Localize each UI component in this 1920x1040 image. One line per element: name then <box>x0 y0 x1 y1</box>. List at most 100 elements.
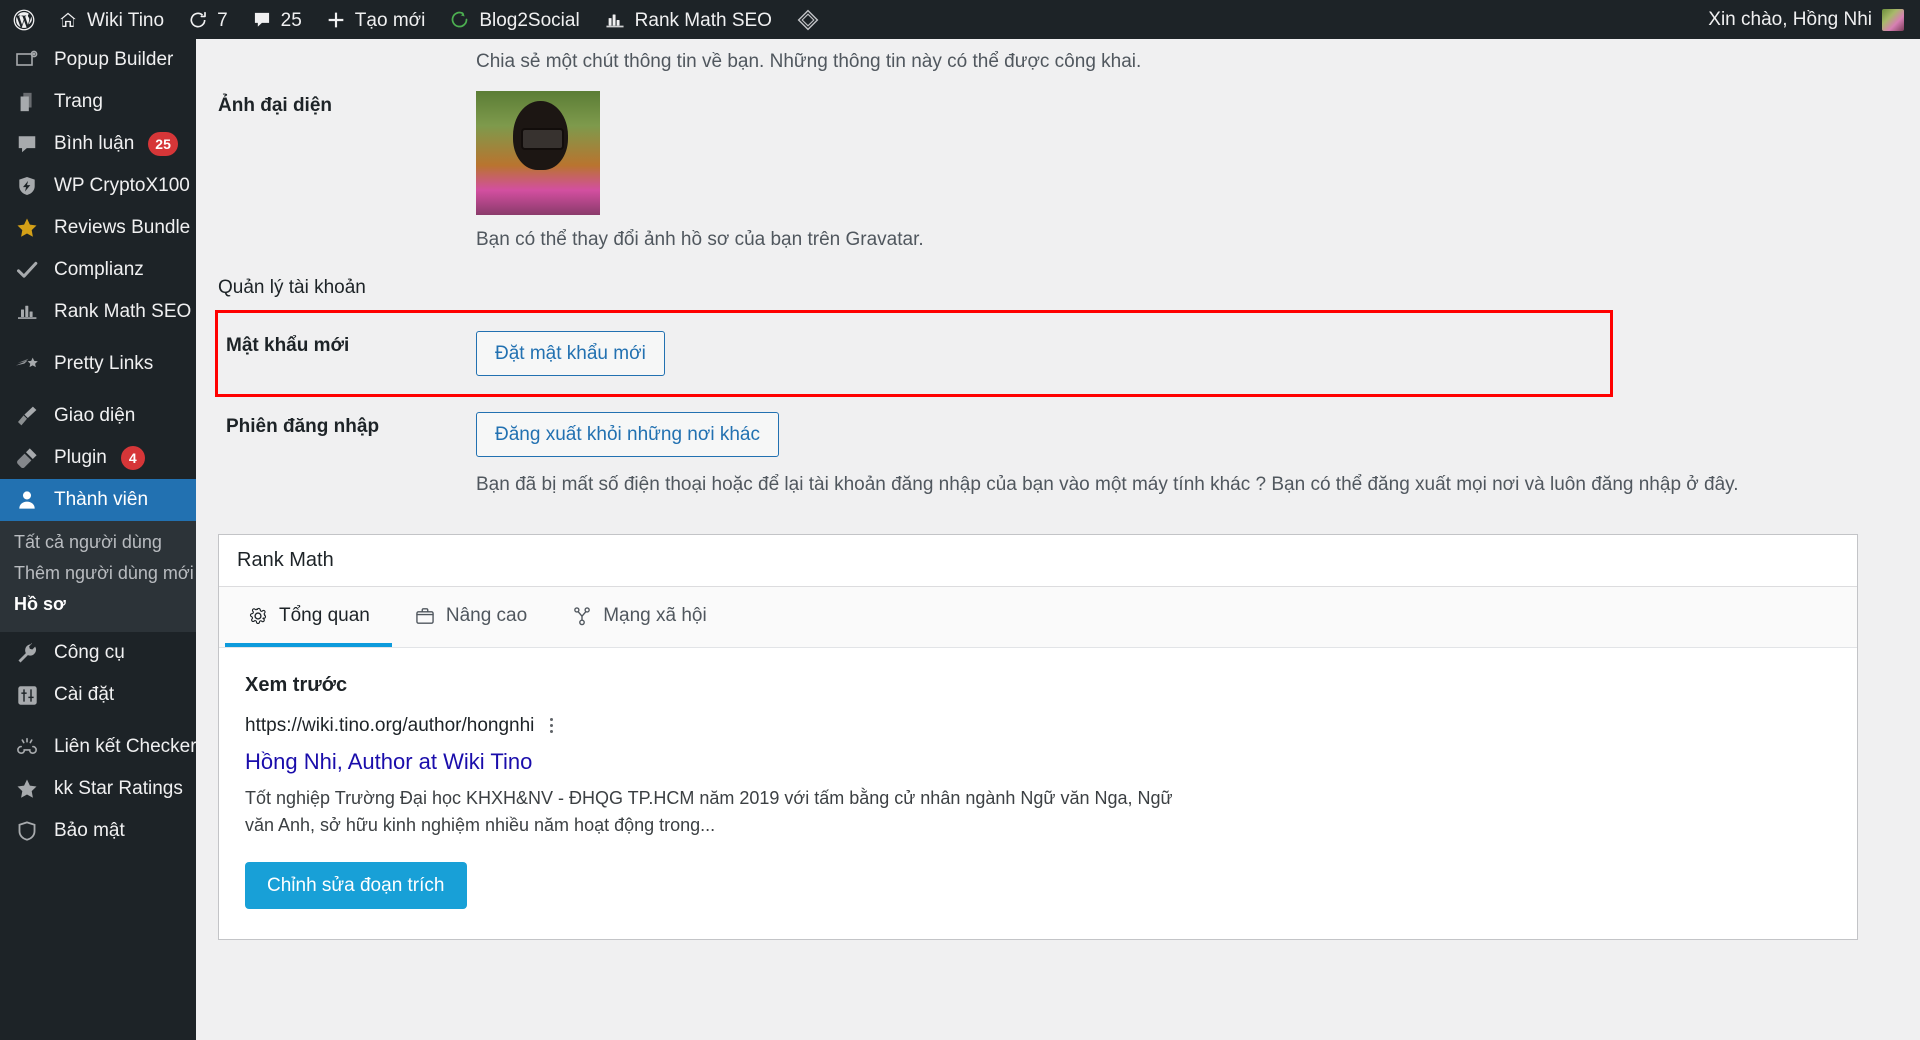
sidebar-item-label: Complianz <box>54 259 144 280</box>
sidebar-item-wp-cryptox100[interactable]: WP CryptoX100 <box>0 165 196 207</box>
admin-bar-account[interactable]: Xin chào, Hồng Nhi <box>1708 8 1920 31</box>
jetpack-diamond-icon <box>796 8 820 32</box>
sidebar-item-comments[interactable]: Bình luận 25 <box>0 123 196 165</box>
sidebar-item-label: Cài đặt <box>54 684 115 705</box>
tools-wrench-icon <box>14 642 40 665</box>
sidebar-item-label: Pretty Links <box>54 353 154 374</box>
sessions-help-text: Bạn đã bị mất số điện thoại hoặc để lại … <box>476 474 1739 495</box>
sidebar-item-tools[interactable]: Công cụ <box>0 632 196 674</box>
status-badge: 25 <box>148 132 178 156</box>
sidebar-separator <box>0 333 196 343</box>
profile-top-description: Chia sẻ một chút thông tin về bạn. Những… <box>476 51 1142 72</box>
sidebar-item-label: Trang <box>54 91 103 112</box>
tab-mang-xa-hoi[interactable]: Mạng xã hội <box>549 587 729 647</box>
sidebar-item-label: Bảo mật <box>54 820 125 841</box>
sidebar-item-reviews-bundle[interactable]: Reviews Bundle <box>0 207 196 249</box>
tab-label: Tổng quan <box>279 604 370 626</box>
admin-bar-blog2social[interactable]: Blog2Social <box>437 0 591 39</box>
sidebar-item-label: Rank Math SEO <box>54 301 192 322</box>
edit-snippet-button[interactable]: Chỉnh sửa đoạn trích <box>245 862 467 910</box>
admin-bar-jetpack[interactable] <box>784 0 832 39</box>
sidebar-item-label: Liên kết Checker <box>54 736 196 757</box>
serp-url: https://wiki.tino.org/author/hongnhi <box>245 714 535 736</box>
sidebar-item-label: WP CryptoX100 <box>54 175 190 196</box>
tab-tong-quan[interactable]: Tổng quan <box>225 587 392 647</box>
serp-preview: https://wiki.tino.org/author/hongnhi Hồn… <box>245 697 1831 910</box>
sidebar-item-rank-math-seo[interactable]: Rank Math SEO <box>0 291 196 333</box>
sidebar-item-link-checker[interactable]: Liên kết Checker <box>0 726 196 768</box>
sidebar-item-label: Reviews Bundle <box>54 217 191 238</box>
sidebar-item-pages[interactable]: Trang <box>0 81 196 123</box>
users-icon <box>14 489 40 511</box>
admin-bar-left-group: Wiki Tino 7 25 Tạo mới Blog2Social Rank … <box>0 0 832 39</box>
admin-bar-comments[interactable]: 25 <box>240 0 314 39</box>
update-icon <box>188 10 208 30</box>
sidebar-item-pretty-links[interactable]: Pretty Links <box>0 343 196 385</box>
logout-everywhere-button[interactable]: Đăng xuất khỏi những nơi khác <box>476 412 779 457</box>
admin-bar-rank-math-label: Rank Math SEO <box>634 10 772 31</box>
admin-bar-site-name[interactable]: Wiki Tino <box>46 0 176 39</box>
rank-math-panel-title: Rank Math <box>219 535 1857 587</box>
sidebar-item-kk-star-ratings[interactable]: kk Star Ratings <box>0 768 196 810</box>
tab-nang-cao[interactable]: Nâng cao <box>392 587 549 647</box>
rank-math-tabs[interactable]: Tổng quan Nâng cao Mạng xã hội <box>219 586 1857 648</box>
content-inner: Chia sẻ một chút thông tin về bạn. Những… <box>196 39 1920 941</box>
settings-sliders-icon <box>14 684 40 707</box>
sidebar-item-appearance[interactable]: Giao diện <box>0 395 196 437</box>
admin-bar-comments-count: 25 <box>280 10 302 31</box>
tab-label: Nâng cao <box>445 604 528 626</box>
table-row: Ảnh đại diện Bạn có thể thay đổi ảnh hồ … <box>218 73 1898 269</box>
star-filled-icon <box>14 216 40 240</box>
new-password-label: Mật khẩu mới <box>226 335 350 356</box>
admin-sidebar-menu[interactable]: Popup Builder Trang Bình luận 25 WP Cryp… <box>0 39 196 1040</box>
new-password-highlight-region: Mật khẩu mới Đặt mật khẩu mới <box>215 310 1613 397</box>
sidebar-item-complianz[interactable]: Complianz <box>0 249 196 291</box>
sidebar-submenu-users[interactable]: Tất cả người dùng Thêm người dùng mới Hồ… <box>0 521 196 632</box>
briefcase-icon <box>414 605 436 627</box>
sidebar-item-label: kk Star Ratings <box>54 778 183 799</box>
set-new-password-button[interactable]: Đặt mật khẩu mới <box>476 331 665 376</box>
pages-icon <box>14 91 40 113</box>
link-checker-icon <box>14 736 40 758</box>
sidebar-item-users[interactable]: Thành viên <box>0 479 196 521</box>
sidebar-item-plugins[interactable]: Plugin 4 <box>0 437 196 479</box>
sidebar-item-popup-builder[interactable]: Popup Builder <box>0 39 196 81</box>
sidebar-item-security[interactable]: Bảo mật <box>0 810 196 852</box>
kebab-menu-icon[interactable] <box>546 716 557 735</box>
popup-builder-icon <box>14 49 40 71</box>
sidebar-separator <box>0 716 196 726</box>
serp-title[interactable]: Hồng Nhi, Author at Wiki Tino <box>245 737 1831 775</box>
rank-math-icon <box>604 10 626 30</box>
admin-bar-rank-math[interactable]: Rank Math SEO <box>592 0 784 39</box>
gear-icon <box>247 605 269 627</box>
rank-math-icon <box>14 301 40 323</box>
rank-math-panel: Rank Math Tổng quan Nâng cao Mạng xã hội… <box>218 533 1858 941</box>
sidebar-item-label: Giao diện <box>54 405 136 426</box>
blog2social-icon <box>449 9 470 30</box>
profile-form-table: Ảnh đại diện Bạn có thể thay đổi ảnh hồ … <box>218 73 1898 269</box>
avatar-gravatar-note: Bạn có thể thay đổi ảnh hồ sơ của bạn tr… <box>476 229 924 250</box>
avatar <box>1882 8 1904 31</box>
admin-bar-new-content[interactable]: Tạo mới <box>314 0 438 39</box>
sidebar-subitem-all-users[interactable]: Tất cả người dùng <box>0 527 196 558</box>
plugin-plug-icon <box>14 446 40 470</box>
sidebar-separator <box>0 385 196 395</box>
admin-bar-updates[interactable]: 7 <box>176 0 240 39</box>
check-icon <box>14 258 40 282</box>
kebab-dot <box>550 718 554 721</box>
admin-bar-wordpress-logo[interactable] <box>0 0 46 39</box>
security-shield-icon <box>14 820 40 842</box>
admin-bar-new-content-label: Tạo mới <box>354 10 426 31</box>
profile-avatar-image <box>476 91 600 215</box>
sidebar-subitem-add-new-user[interactable]: Thêm người dùng mới <box>0 558 196 589</box>
sidebar-subitem-profile[interactable]: Hồ sơ <box>0 589 196 620</box>
appearance-brush-icon <box>14 404 40 428</box>
serp-description: Tốt nghiệp Trường Đại học KHXH&NV - ĐHQG… <box>245 787 1173 836</box>
home-icon <box>58 10 78 30</box>
admin-bar-blog2social-label: Blog2Social <box>479 10 580 31</box>
shield-bolt-icon <box>14 175 40 197</box>
plus-icon <box>326 10 346 30</box>
sidebar-item-settings[interactable]: Cài đặt <box>0 674 196 716</box>
main-content: Chia sẻ một chút thông tin về bạn. Những… <box>196 39 1920 1040</box>
star-filled-icon <box>14 777 40 801</box>
